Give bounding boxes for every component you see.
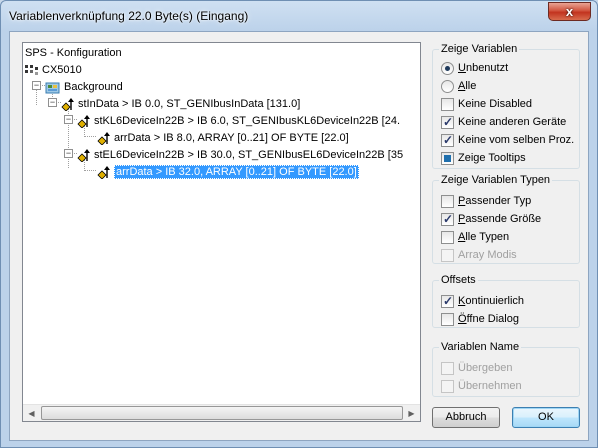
tree-line [84, 136, 96, 137]
radio-unchecked-icon [441, 79, 454, 93]
tree-item-label: stEL6DeviceIn22B > IB 30.0, ST_GENIbusEL… [94, 149, 404, 161]
input-variable-icon [97, 165, 110, 179]
checkbox-passende-groesse[interactable]: Passende Größe [441, 211, 541, 227]
option-label: Öffne Dialog [458, 313, 519, 325]
input-variable-icon [61, 97, 74, 111]
input-variable-icon [77, 114, 90, 128]
checkbox-kontinuierlich[interactable]: Kontinuierlich [441, 293, 524, 309]
checkbox-array-modis: Array Modis [441, 247, 517, 263]
checkbox-keine-anderen-geraete[interactable]: Keine anderen Geräte [441, 114, 566, 130]
tree-item-sps-konfiguration[interactable]: SPS - Konfiguration [25, 45, 122, 62]
option-label: Keine anderen Geräte [458, 116, 567, 128]
tree-item-arrdata-kl6[interactable]: arrData > IB 8.0, ARRAY [0..21] OF BYTE … [97, 130, 349, 147]
tree-item-label: stInData > IB 0.0, ST_GENIbusInData [131… [78, 98, 301, 110]
tree-item-label: arrData > IB 8.0, ARRAY [0..21] OF BYTE … [114, 132, 349, 144]
tree-item-label: stKL6DeviceIn22B > IB 6.0, ST_GENIbusKL6… [94, 115, 401, 127]
group-title: Zeige Variablen [439, 43, 520, 55]
tree-item-label: CX5010 [42, 64, 82, 76]
checkbox-filled-icon [441, 151, 454, 165]
scroll-left-icon[interactable]: ◀ [23, 405, 40, 421]
tree-line [84, 170, 96, 171]
tree-item-stkl6devicein22b[interactable]: stKL6DeviceIn22B > IB 6.0, ST_GENIbusKL6… [77, 113, 400, 130]
dialog-window: Variablenverknüpfung 22.0 Byte(s) (Einga… [0, 0, 598, 448]
checkbox-checked-icon [441, 211, 454, 227]
tree-item-arrdata-el6-selected[interactable]: arrData > IB 32.0, ARRAY [0..21] OF BYTE… [97, 164, 359, 181]
scroll-right-icon[interactable]: ▶ [403, 405, 420, 421]
option-label: Alle [458, 80, 477, 92]
tree-item-label: SPS - Konfiguration [25, 47, 122, 59]
group-offsets: Offsets Kontinuierlich Öffne Dialog [432, 274, 580, 328]
checkbox-keine-vom-selben-proz[interactable]: Keine vom selben Proz. [441, 132, 574, 148]
ok-button[interactable]: OK [512, 407, 580, 428]
checkbox-disabled-icon [441, 361, 454, 375]
option-label: Array Modis [458, 249, 517, 261]
option-label: Übernehmen [458, 380, 522, 392]
tree-item-stindata[interactable]: stInData > IB 0.0, ST_GENIbusInData [131… [61, 96, 300, 113]
option-label: Alle Typen [458, 231, 510, 243]
collapse-toggle-icon[interactable]: − [64, 149, 73, 158]
checkbox-unchecked-icon [441, 97, 454, 111]
group-title: Offsets [439, 274, 478, 286]
radio-checked-icon [441, 61, 454, 75]
collapse-toggle-icon[interactable]: − [48, 98, 57, 107]
checkbox-alle-typen[interactable]: Alle Typen [441, 229, 509, 245]
tree-item-background[interactable]: Background [45, 79, 123, 96]
input-variable-icon [97, 131, 110, 145]
checkbox-checked-icon [441, 114, 454, 130]
title-bar[interactable]: Variablenverknüpfung 22.0 Byte(s) (Einga… [1, 1, 597, 31]
scrollbar-thumb[interactable] [41, 406, 403, 420]
plc-device-icon [25, 65, 38, 76]
group-title: Zeige Variablen Typen [439, 174, 553, 186]
checkbox-checked-icon [441, 293, 454, 309]
horizontal-scrollbar[interactable]: ◀ ▶ [23, 404, 420, 421]
checkbox-unchecked-icon [441, 230, 454, 244]
close-button[interactable]: x [548, 2, 591, 21]
tree-item-label: arrData > IB 32.0, ARRAY [0..21] OF BYTE… [114, 165, 359, 179]
dialog-client-area: SPS - Konfiguration CX5010 − Background … [9, 31, 589, 441]
radio-unbenutzt[interactable]: Unbenutzt [441, 60, 508, 76]
option-label: Kontinuierlich [458, 295, 525, 307]
checkbox-uebernehmen: Übernehmen [441, 378, 522, 394]
tree-item-label: Background [64, 81, 123, 93]
checkbox-disabled-icon [441, 248, 454, 262]
checkbox-unchecked-icon [441, 194, 454, 208]
checkbox-unchecked-icon [441, 312, 454, 326]
task-folder-icon [45, 82, 60, 94]
input-variable-icon [77, 148, 90, 162]
collapse-toggle-icon[interactable]: − [64, 115, 73, 124]
option-label: Unbenutzt [458, 62, 509, 74]
cancel-button[interactable]: Abbruch [432, 407, 500, 428]
window-title: Variablenverknüpfung 22.0 Byte(s) (Einga… [9, 9, 249, 23]
checkbox-checked-icon [441, 132, 454, 148]
checkbox-zeige-tooltips[interactable]: Zeige Tooltips [441, 150, 526, 166]
collapse-toggle-icon[interactable]: − [32, 81, 41, 90]
option-label: Keine Disabled [458, 98, 532, 110]
radio-alle[interactable]: Alle [441, 78, 476, 94]
group-zeige-variablen: Zeige Variablen Unbenutzt Alle Keine Dis… [432, 43, 580, 169]
variable-tree[interactable]: SPS - Konfiguration CX5010 − Background … [22, 42, 421, 422]
option-label: Keine vom selben Proz. [458, 134, 575, 146]
checkbox-uebergeben: Übergeben [441, 360, 512, 376]
checkbox-keine-disabled[interactable]: Keine Disabled [441, 96, 532, 112]
group-title: Variablen Name [439, 341, 522, 353]
checkbox-disabled-icon [441, 379, 454, 393]
option-label: Passender Typ [458, 195, 532, 207]
tree-content: SPS - Konfiguration CX5010 − Background … [23, 43, 420, 404]
tree-item-stel6devicein22b[interactable]: stEL6DeviceIn22B > IB 30.0, ST_GENIbusEL… [77, 147, 403, 164]
option-label: Zeige Tooltips [458, 152, 526, 164]
checkbox-oeffne-dialog[interactable]: Öffne Dialog [441, 311, 519, 327]
option-label: Passende Größe [458, 213, 542, 225]
group-variablen-name: Variablen Name Übergeben Übernehmen [432, 341, 580, 397]
checkbox-passender-typ[interactable]: Passender Typ [441, 193, 531, 209]
tree-item-cx5010[interactable]: CX5010 [25, 62, 82, 79]
group-zeige-variablen-typen: Zeige Variablen Typen Passender Typ Pass… [432, 174, 580, 264]
option-label: Übergeben [458, 362, 513, 374]
